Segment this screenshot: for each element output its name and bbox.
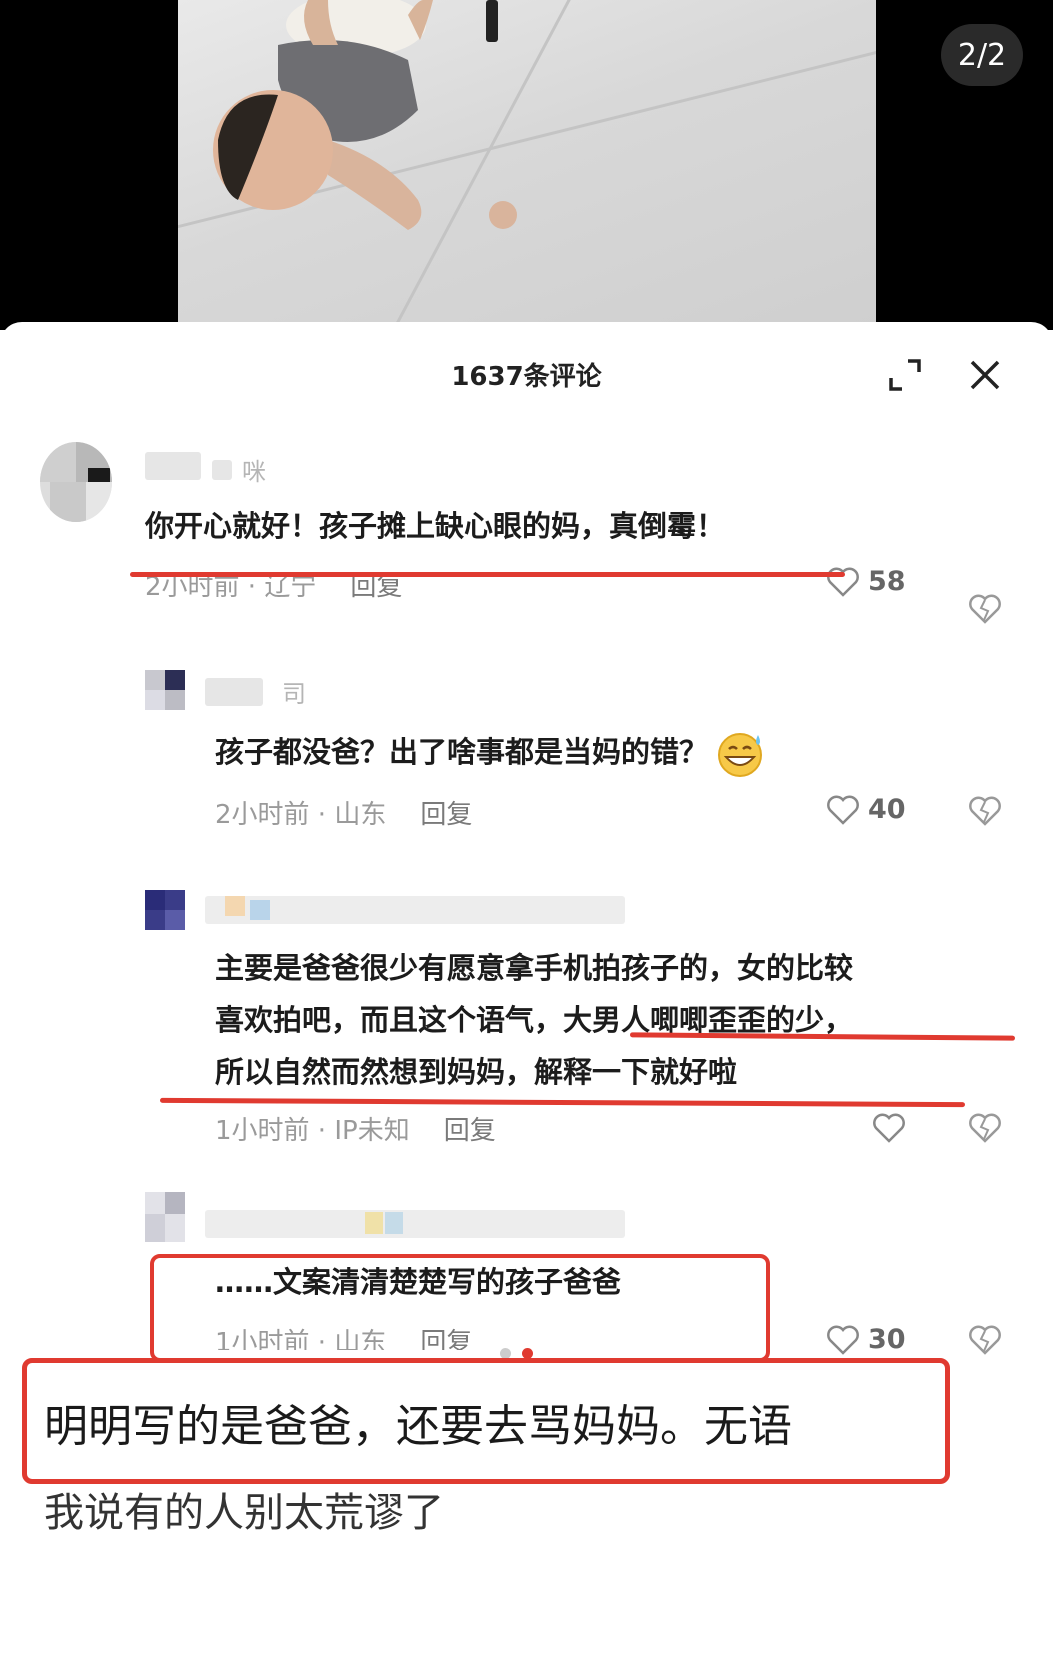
sheet-header: 1637条评论 (0, 322, 1053, 412)
avatar[interactable] (40, 442, 112, 522)
avatar[interactable] (145, 670, 185, 710)
username-blurred[interactable] (205, 678, 263, 706)
like-button[interactable]: 40 (826, 794, 906, 825)
highlight-underline (130, 572, 845, 577)
dislike-heart-icon[interactable] (968, 1325, 1002, 1355)
reply-button[interactable]: 回复 (444, 1116, 496, 1146)
like-button[interactable] (872, 1113, 914, 1143)
comment-text: 主要是爸爸很少有愿意拿手机拍孩子的，女的比较 喜欢拍吧，而且这个语气，大男人唧唧… (215, 951, 854, 1089)
avatar[interactable] (145, 890, 185, 930)
caption-line-2: 我说有的人别太荒谬了 (44, 1490, 444, 1536)
expand-icon[interactable] (888, 358, 922, 392)
heart-icon (873, 1113, 905, 1143)
page-counter: 2/2 (941, 24, 1023, 86)
heart-icon (827, 795, 859, 825)
heart-icon (827, 1325, 859, 1355)
like-count: 58 (868, 566, 906, 597)
comment-meta: 2小时前 · 山东 回复 (215, 800, 473, 830)
scrolled-off-row: ▔▔▔▔▔ ▔▔ ▔▔▔ (150, 404, 431, 424)
post-photo (178, 0, 876, 330)
dislike-heart-icon[interactable] (968, 1113, 1002, 1143)
child-illustration (213, 0, 517, 230)
close-icon[interactable] (968, 358, 1002, 392)
heart-icon (827, 567, 859, 597)
like-button[interactable]: 30 (826, 1324, 906, 1355)
comment-text: 你开心就好！孩子摊上缺心眼的妈，真倒霉！ (145, 509, 726, 543)
username-suffix: 司 (282, 680, 306, 708)
like-button[interactable]: 58 (826, 566, 906, 597)
like-count: 30 (868, 1324, 906, 1355)
caption-line-1: 明明写的是爸爸，还要去骂妈妈。无语 (44, 1401, 792, 1452)
like-count: 40 (868, 794, 906, 825)
username-suffix: 咪 (242, 458, 266, 486)
comment-meta: 1小时前 · IP未知 回复 (215, 1116, 496, 1146)
avatar[interactable] (145, 1192, 185, 1242)
reply-button[interactable]: 回复 (420, 800, 472, 830)
highlight-box (150, 1254, 770, 1362)
grin-sweat-emoji (718, 733, 763, 777)
photo-viewer[interactable]: 2/2 (0, 0, 1053, 330)
dislike-heart-icon[interactable] (968, 796, 1002, 826)
dislike-heart-icon[interactable] (968, 594, 1002, 624)
username-blurred[interactable] (145, 452, 201, 480)
username-blurred[interactable] (205, 1210, 625, 1238)
comment-text: 孩子都没爸？出了啥事都是当妈的错？ (215, 726, 766, 778)
